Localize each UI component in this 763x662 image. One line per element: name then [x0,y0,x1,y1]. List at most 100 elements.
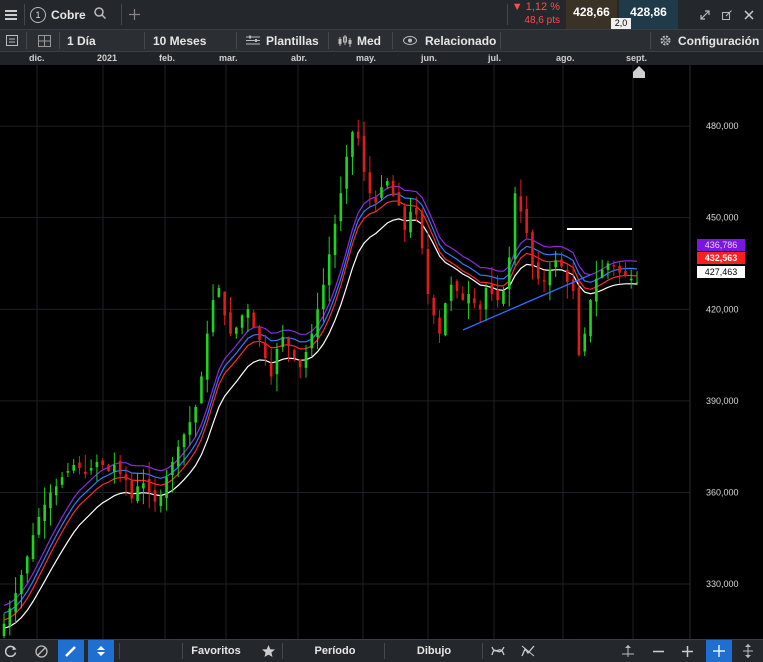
candle-body [438,317,441,334]
zoom-in-icon[interactable] [678,640,696,662]
candle-body [113,464,116,472]
close-icon[interactable] [741,0,757,29]
candle-body [618,265,621,273]
chart-svg[interactable]: 480,000 450,000 420,000 390,000 360,000 330,0… [0,65,763,639]
candle-body [391,180,395,197]
drawing-button[interactable]: Dibujo [404,640,464,662]
candle-body [246,309,250,318]
candle-body [507,257,511,289]
candle-body [496,289,499,301]
candle-body [304,352,308,368]
favorites-star-icon[interactable] [260,640,276,662]
candle-body [72,464,75,471]
candle-body [566,269,569,282]
candle-body [240,315,244,328]
candle-body [8,608,12,627]
list-icon[interactable] [4,30,20,51]
date-label: 2021 [97,53,118,63]
zoom-out-icon[interactable] [649,640,667,662]
candle-body [84,471,87,475]
add-tab-icon[interactable] [125,0,143,29]
candle-body [635,282,639,284]
indicator-icon[interactable] [488,640,508,662]
pen-icon [65,646,76,657]
price-type-button[interactable]: Med [338,30,381,51]
templates-button[interactable]: Plantillas [246,30,319,51]
menu-icon[interactable] [0,0,22,29]
settings-button[interactable]: Configuración [659,30,759,51]
candle-body [461,293,465,301]
candle-body [548,269,552,286]
instrument-selector[interactable]: 1 Cobre [30,0,115,29]
candle-body [513,193,517,260]
candle-body [339,193,343,222]
ma-purple-price-tag: 436,786 [697,239,745,251]
refresh-icon[interactable] [0,640,22,662]
candle-body [54,486,58,496]
search-icon[interactable] [93,6,106,24]
candle-body [258,326,261,340]
candle-body [171,461,174,476]
candle-body [536,262,540,279]
date-label: jun. [421,53,437,63]
candle-body [89,468,93,471]
range-dropdown[interactable]: 10 Meses [153,30,206,51]
change-points: 48,6 pts [524,15,560,26]
candle-body [595,278,598,302]
candle-body [444,303,447,336]
candle-body [478,304,482,310]
crosshair-button[interactable] [706,640,732,662]
y-axis-tick-label: 330,000 [706,579,739,589]
support-trendline [462,274,591,331]
layout-grid-icon[interactable] [36,30,52,51]
y-axis-tick-label: 390,000 [706,396,739,406]
expand-icon[interactable] [697,0,713,29]
candle-body [194,406,197,423]
candle-body [345,156,348,189]
popout-icon[interactable] [719,0,735,29]
candle-body [229,312,232,334]
hide-icon[interactable] [30,640,52,662]
y-axis-tick-label: 480,000 [706,121,739,131]
candle-body [484,287,488,310]
price-type-label: Med [357,33,381,48]
bid-price-button[interactable]: 428,66 [566,0,617,29]
y-axis-tick-label: 420,000 [706,304,739,314]
candle-body [542,280,546,282]
interval-dropdown[interactable]: 1 Día [67,30,96,51]
candle-body [380,187,383,198]
price-chart[interactable]: 480,000 450,000 420,000 390,000 360,000 330,0… [0,65,763,639]
y-axis-tick-label: 450,000 [706,213,739,223]
period-button[interactable]: Período [300,640,370,662]
candles-icon [338,34,352,47]
candle-body [124,474,128,481]
candle-body [629,278,633,281]
candle-body [624,271,627,276]
candle-body [275,348,279,375]
spread-badge: 2,0 [611,18,631,29]
ma-white-price-tag: 427,463 [697,266,745,278]
candle-body [554,260,557,268]
related-button[interactable]: Relacionado [403,30,496,51]
candle-body [356,131,360,139]
candle-body [287,338,290,346]
zoom-fit-icon[interactable] [618,640,638,662]
candle-body [25,556,29,574]
candle-body [385,181,389,186]
candle-body [153,490,157,502]
favorites-button[interactable]: Favoritos [186,640,246,662]
candle-body [147,478,151,493]
candle-body [316,309,319,338]
candle-body [612,265,616,267]
candle-body [269,362,273,377]
candle-body [165,477,168,499]
vertical-scale-icon[interactable] [738,640,758,662]
date-label: sept. [626,53,648,63]
templates-label: Plantillas [266,33,319,48]
draw-pen-button[interactable] [58,640,84,662]
candle-body [583,333,587,352]
candle-body [531,232,534,267]
cursor-mode-button[interactable] [88,640,114,662]
compare-icon[interactable] [518,640,538,662]
ma-white-line [3,218,638,629]
